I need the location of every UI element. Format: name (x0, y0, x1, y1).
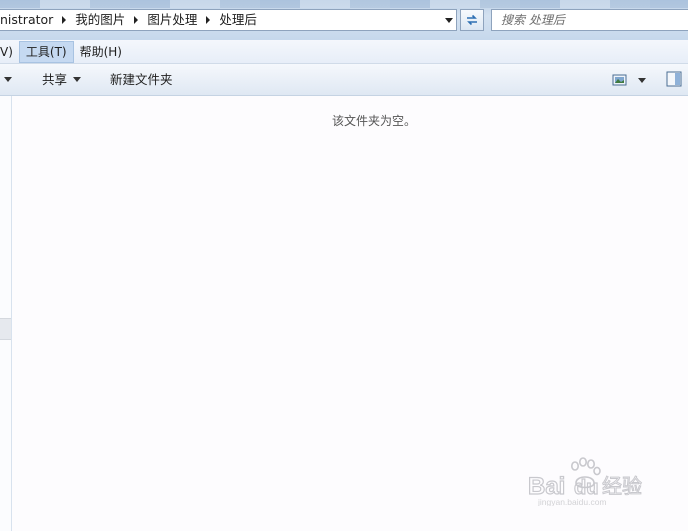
svg-text:Bai: Bai (528, 473, 565, 500)
chevron-right-icon[interactable] (57, 10, 71, 30)
baidu-jingyan-watermark: Bai du 经验 jingyan.baidu.com (527, 456, 668, 507)
svg-text:jingyan.baidu.com: jingyan.baidu.com (537, 497, 607, 506)
menu-item-tools[interactable]: 工具(T) (18, 40, 74, 63)
new-folder-button[interactable]: 新建文件夹 (110, 64, 173, 95)
navigation-selected-item[interactable] (0, 318, 11, 340)
breadcrumb-item-processed[interactable]: 处理后 (215, 10, 261, 30)
search-box[interactable] (491, 9, 688, 31)
menu-item-help[interactable]: 帮助(H) (74, 41, 128, 63)
share-button[interactable]: 共享 (42, 64, 82, 95)
preview-pane-button[interactable] (666, 71, 684, 89)
organize-dropdown-button[interactable] (4, 64, 14, 95)
new-folder-label: 新建文件夹 (110, 72, 173, 87)
view-options-button[interactable] (612, 71, 648, 89)
breadcrumb-item-my-pictures[interactable]: 我的图片 (71, 10, 129, 30)
view-options-icon (612, 74, 627, 86)
navigation-pane[interactable] (0, 96, 12, 531)
search-input[interactable] (492, 10, 681, 30)
breadcrumb-item-image-processing[interactable]: 图片处理 (143, 10, 201, 30)
chevron-down-icon (638, 77, 646, 83)
chevron-right-icon[interactable] (129, 10, 143, 30)
refresh-button[interactable] (460, 9, 484, 31)
chevron-down-icon (4, 77, 12, 82)
breadcrumb-item-user[interactable]: nistrator (0, 10, 57, 30)
menu-item-view[interactable]: V) (0, 41, 19, 63)
address-history-dropdown-icon[interactable] (442, 10, 456, 30)
svg-text:经验: 经验 (602, 474, 642, 498)
command-bar: 共享 新建文件夹 (0, 64, 688, 96)
title-bar-edge (0, 0, 688, 8)
preview-pane-icon (666, 71, 682, 87)
address-bar[interactable]: nistrator 我的图片 图片处理 处理后 (0, 9, 457, 31)
chevron-right-icon[interactable] (201, 10, 215, 30)
refresh-icon (467, 14, 477, 26)
svg-text:du: du (574, 477, 598, 499)
breadcrumb: nistrator 我的图片 图片处理 处理后 (0, 10, 261, 30)
chevron-down-icon (73, 77, 82, 82)
address-row: nistrator 我的图片 图片处理 处理后 (0, 0, 688, 40)
menu-bar: V) 工具(T) 帮助(H) (0, 40, 688, 64)
empty-folder-message: 该文件夹为空。 (332, 114, 417, 128)
share-label: 共享 (42, 72, 68, 87)
baidu-paw-logo-icon: Bai du 经验 jingyan.baidu.com (527, 457, 643, 507)
